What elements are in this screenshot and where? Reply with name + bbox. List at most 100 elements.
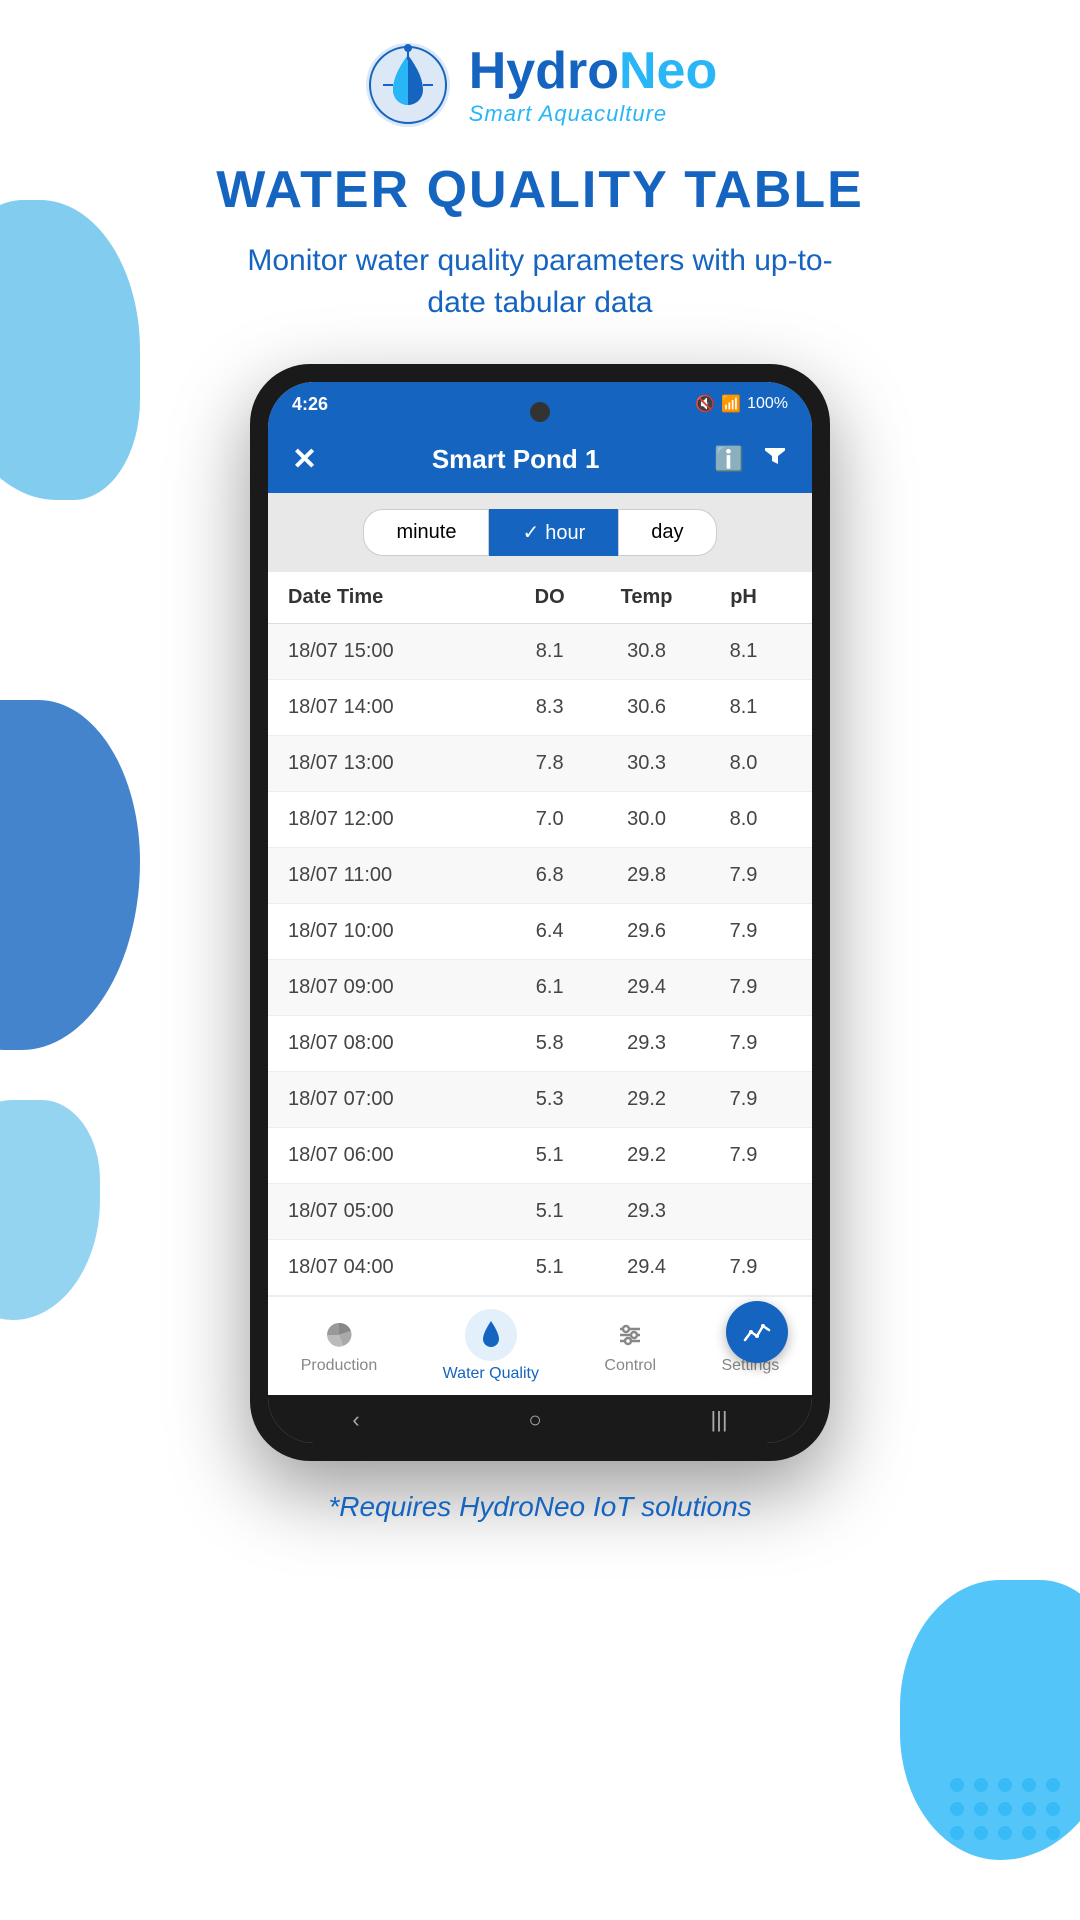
cell-temp: 30.0 bbox=[598, 808, 695, 831]
cell-datetime: 18/07 11:00 bbox=[288, 864, 501, 887]
data-table: Date Time DO Temp pH 18/07 15:00 8.1 30.… bbox=[268, 572, 812, 1296]
nav-control[interactable]: Control bbox=[604, 1317, 656, 1375]
cell-do: 8.3 bbox=[501, 696, 598, 719]
table-row: 18/07 06:00 5.1 29.2 7.9 bbox=[268, 1128, 812, 1184]
table-row: 18/07 12:00 7.0 30.0 8.0 bbox=[268, 792, 812, 848]
filter-hour[interactable]: ✓hour bbox=[489, 509, 618, 556]
status-icons: 🔇 📶 100% bbox=[695, 394, 788, 414]
cell-do: 7.8 bbox=[501, 752, 598, 775]
battery-icon: 100% bbox=[747, 395, 788, 413]
cell-temp: 29.8 bbox=[598, 864, 695, 887]
cell-temp: 29.2 bbox=[598, 1144, 695, 1167]
table-row: 18/07 14:00 8.3 30.6 8.1 bbox=[268, 680, 812, 736]
filter-icon[interactable] bbox=[762, 443, 788, 476]
cell-do: 5.1 bbox=[501, 1200, 598, 1223]
table-row: 18/07 13:00 7.8 30.3 8.0 bbox=[268, 736, 812, 792]
table-row: 18/07 11:00 6.8 29.8 7.9 bbox=[268, 848, 812, 904]
nav-production-label: Production bbox=[301, 1357, 378, 1375]
cell-datetime: 18/07 07:00 bbox=[288, 1088, 501, 1111]
cell-ph: 7.9 bbox=[695, 1256, 792, 1279]
cell-temp: 29.6 bbox=[598, 920, 695, 943]
water-quality-icon-bg bbox=[465, 1309, 517, 1361]
cell-datetime: 18/07 04:00 bbox=[288, 1256, 501, 1279]
cell-ph: 7.9 bbox=[695, 976, 792, 999]
logo-hydro: Hydro bbox=[469, 42, 619, 100]
cell-temp: 30.8 bbox=[598, 640, 695, 663]
info-icon[interactable]: ℹ️ bbox=[714, 445, 744, 474]
cell-ph: 7.9 bbox=[695, 920, 792, 943]
cell-do: 5.8 bbox=[501, 1032, 598, 1055]
table-row: 18/07 04:00 5.1 29.4 7.9 bbox=[268, 1240, 812, 1296]
recents-button[interactable]: ||| bbox=[710, 1407, 727, 1433]
camera-notch bbox=[530, 402, 550, 422]
logo-icon bbox=[363, 40, 453, 130]
col-temp: Temp bbox=[598, 586, 695, 609]
cell-temp: 29.4 bbox=[598, 976, 695, 999]
nav-control-label: Control bbox=[604, 1357, 656, 1375]
time-filter: minute ✓hour day bbox=[268, 493, 812, 572]
phone-inner: 4:26 🔇 📶 100% ✕ Smart Pond 1 ℹ️ bbox=[268, 382, 812, 1443]
cell-do: 6.4 bbox=[501, 920, 598, 943]
nav-production[interactable]: Production bbox=[301, 1317, 378, 1375]
status-time: 4:26 bbox=[292, 394, 328, 415]
page-subtitle: Monitor water quality parameters with up… bbox=[240, 240, 840, 324]
control-icon bbox=[612, 1317, 648, 1353]
cell-ph: 7.9 bbox=[695, 1144, 792, 1167]
cell-temp: 29.4 bbox=[598, 1256, 695, 1279]
cell-do: 7.0 bbox=[501, 808, 598, 831]
home-bar: ‹ ○ ||| bbox=[268, 1395, 812, 1443]
table-row: 18/07 10:00 6.4 29.6 7.9 bbox=[268, 904, 812, 960]
close-button[interactable]: ✕ bbox=[292, 442, 317, 477]
cell-datetime: 18/07 14:00 bbox=[288, 696, 501, 719]
dots-decoration bbox=[950, 1778, 1060, 1840]
wifi-icon: 📶 bbox=[721, 394, 741, 414]
chart-fab-button[interactable] bbox=[726, 1301, 788, 1363]
cell-do: 5.1 bbox=[501, 1144, 598, 1167]
cell-datetime: 18/07 13:00 bbox=[288, 752, 501, 775]
table-row: 18/07 09:00 6.1 29.4 7.9 bbox=[268, 960, 812, 1016]
cell-ph: 7.9 bbox=[695, 1032, 792, 1055]
cell-datetime: 18/07 12:00 bbox=[288, 808, 501, 831]
cell-temp: 30.3 bbox=[598, 752, 695, 775]
app-header: ✕ Smart Pond 1 ℹ️ bbox=[268, 426, 812, 493]
cell-datetime: 18/07 10:00 bbox=[288, 920, 501, 943]
cell-datetime: 18/07 06:00 bbox=[288, 1144, 501, 1167]
cell-temp: 30.6 bbox=[598, 696, 695, 719]
nav-water-quality-label: Water Quality bbox=[443, 1365, 539, 1383]
logo-neo: Neo bbox=[619, 42, 717, 100]
table-header: Date Time DO Temp pH bbox=[268, 572, 812, 624]
logo-tagline: Smart Aquaculture bbox=[469, 101, 718, 127]
cell-ph: 8.1 bbox=[695, 640, 792, 663]
cell-do: 8.1 bbox=[501, 640, 598, 663]
cell-ph bbox=[695, 1200, 792, 1223]
cell-do: 6.1 bbox=[501, 976, 598, 999]
table-row: 18/07 15:00 8.1 30.8 8.1 bbox=[268, 624, 812, 680]
table-row: 18/07 08:00 5.8 29.3 7.9 bbox=[268, 1016, 812, 1072]
cell-datetime: 18/07 05:00 bbox=[288, 1200, 501, 1223]
phone-outer: 4:26 🔇 📶 100% ✕ Smart Pond 1 ℹ️ bbox=[250, 364, 830, 1461]
home-button[interactable]: ○ bbox=[528, 1407, 541, 1433]
footer-text: *Requires HydroNeo IoT solutions bbox=[328, 1491, 751, 1563]
table-body: 18/07 15:00 8.1 30.8 8.1 18/07 14:00 8.3… bbox=[268, 624, 812, 1296]
header-title: Smart Pond 1 bbox=[432, 444, 600, 475]
logo-container: HydroNeo Smart Aquaculture bbox=[363, 40, 718, 130]
col-datetime: Date Time bbox=[288, 586, 501, 609]
cell-do: 5.3 bbox=[501, 1088, 598, 1111]
cell-ph: 8.1 bbox=[695, 696, 792, 719]
nav-water-quality[interactable]: Water Quality bbox=[443, 1309, 539, 1383]
phone-mockup: 4:26 🔇 📶 100% ✕ Smart Pond 1 ℹ️ bbox=[250, 364, 830, 1461]
table-row: 18/07 07:00 5.3 29.2 7.9 bbox=[268, 1072, 812, 1128]
filter-minute[interactable]: minute bbox=[363, 509, 489, 556]
back-button[interactable]: ‹ bbox=[352, 1407, 359, 1433]
logo-brand: HydroNeo bbox=[469, 43, 718, 100]
status-bar: 4:26 🔇 📶 100% bbox=[268, 382, 812, 426]
logo-text: HydroNeo Smart Aquaculture bbox=[469, 43, 718, 126]
cell-ph: 7.9 bbox=[695, 1088, 792, 1111]
check-icon: ✓ bbox=[522, 522, 539, 544]
filter-day[interactable]: day bbox=[618, 509, 716, 556]
cell-ph: 8.0 bbox=[695, 752, 792, 775]
top-section: HydroNeo Smart Aquaculture WATER QUALITY… bbox=[0, 0, 1080, 1563]
production-icon bbox=[321, 1317, 357, 1353]
cell-datetime: 18/07 08:00 bbox=[288, 1032, 501, 1055]
cell-ph: 8.0 bbox=[695, 808, 792, 831]
